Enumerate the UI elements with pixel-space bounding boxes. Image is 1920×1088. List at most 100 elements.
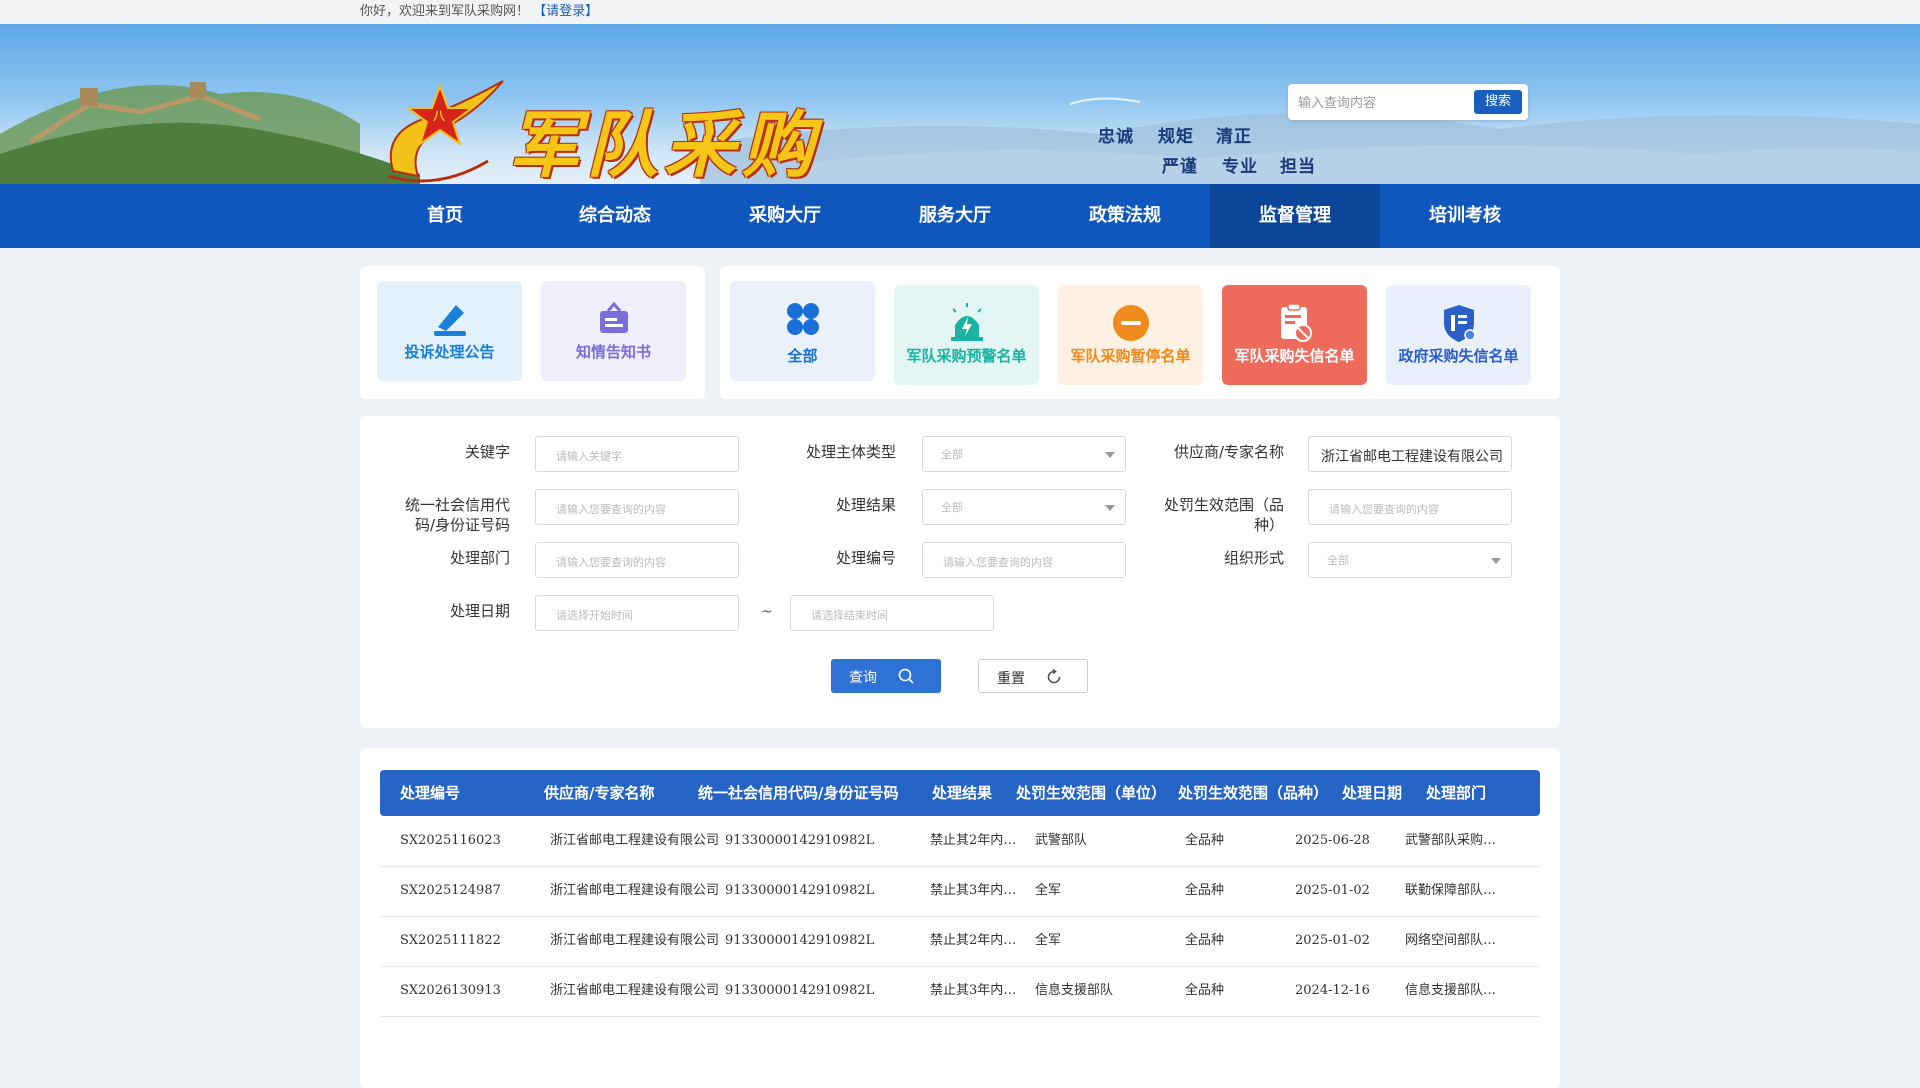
chevron-down-icon <box>1491 558 1501 564</box>
search-input[interactable] <box>1296 90 1470 116</box>
nav-item-service-hall[interactable]: 服务大厅 <box>870 184 1040 248</box>
site-search: 搜索 <box>1288 84 1528 120</box>
column-header: 处理结果 <box>932 784 993 802</box>
dishonest-clipboard-icon <box>1280 303 1312 342</box>
alarm-light-icon <box>950 303 983 341</box>
credit-code-label-line2: 码/身份证号码 <box>414 516 510 534</box>
keyword-field <box>535 436 739 472</box>
nav-item-home[interactable]: 首页 <box>360 184 530 248</box>
card-warning-list[interactable]: 军队采购预警名单 <box>894 285 1039 385</box>
column-header: 处理日期 <box>1342 784 1403 802</box>
subject-type-select[interactable]: 全部 <box>922 436 1126 472</box>
card-label: 投诉处理公告 <box>404 343 495 361</box>
cell-result: 禁止其2年内参加军队采购活动 <box>930 933 1022 948</box>
card-dishonest-list[interactable]: 军队采购失信名单 <box>1222 285 1367 385</box>
login-link[interactable]: 【请登录】 <box>533 4 598 19</box>
org-form-select[interactable]: 全部 <box>1308 542 1512 578</box>
search-icon <box>898 668 914 684</box>
cell-handle-no: SX2025116023 <box>400 833 501 848</box>
nav-item-procurement-hall[interactable]: 采购大厅 <box>700 184 870 248</box>
welcome-text: 你好，欢迎来到军队采购网！ <box>360 4 530 19</box>
scope-variety-label-line1: 处罚生效范围（品 <box>1163 496 1284 514</box>
handle-no-label: 处理编号 <box>835 549 896 567</box>
cell-scope-variety: 全品种 <box>1185 983 1225 998</box>
department-input[interactable] <box>554 551 733 573</box>
cell-scope-unit: 全军 <box>1035 933 1062 948</box>
cell-date: 2025-06-28 <box>1295 833 1370 848</box>
cell-credit-code: 91330000142910982L <box>725 933 875 948</box>
nav-item-training[interactable]: 培训考核 <box>1380 184 1550 248</box>
result-label: 处理结果 <box>835 496 896 514</box>
cell-result: 禁止其3年内参加军队采购活动 <box>930 883 1022 898</box>
cell-scope-unit: 全军 <box>1035 883 1062 898</box>
column-header: 统一社会信用代码/身份证号码 <box>698 784 899 802</box>
keyword-label: 关键字 <box>464 443 510 461</box>
date-label: 处理日期 <box>449 602 510 620</box>
slogans: 忠诚 规矩 清正 严谨 专业 担当 <box>1070 96 1320 184</box>
cell-supplier: 浙江省邮电工程建设有限公司 <box>550 833 720 848</box>
slogan-item: 专业 <box>1222 157 1258 177</box>
handle-no-field <box>922 542 1126 578</box>
card-gov-dishonest-list[interactable]: 政府采购失信名单 <box>1386 285 1531 385</box>
result-value: 全部 <box>941 501 963 514</box>
cell-date: 2025-01-02 <box>1295 933 1370 948</box>
credit-code-label: 统一社会信用代 码/身份证号码 <box>380 495 510 535</box>
nav-item-policy[interactable]: 政策法规 <box>1040 184 1210 248</box>
card-all[interactable]: 全部 <box>730 281 875 381</box>
nav-item-news[interactable]: 综合动态 <box>530 184 700 248</box>
card-label: 军队采购失信名单 <box>1234 347 1355 365</box>
card-label: 政府采购失信名单 <box>1398 347 1519 365</box>
department-field <box>535 542 739 578</box>
nav-item-supervision[interactable]: 监督管理 <box>1210 184 1380 248</box>
subject-type-value: 全部 <box>941 448 963 461</box>
cell-handle-no: SX2025111822 <box>400 933 501 948</box>
reset-button-label: 重置 <box>997 671 1025 687</box>
site-logo[interactable]: 八 军队采购网 <box>378 76 838 184</box>
notice-category-panel: 投诉处理公告 知情告知书 <box>360 266 705 399</box>
cell-supplier: 浙江省邮电工程建设有限公司 <box>550 933 720 948</box>
search-button[interactable]: 搜索 <box>1474 90 1522 114</box>
cell-scope-variety: 全品种 <box>1185 883 1225 898</box>
query-button-label: 查询 <box>849 670 877 686</box>
cell-handle-no: SX2026130913 <box>400 983 501 998</box>
card-suspension-list[interactable]: 军队采购暂停名单 <box>1058 285 1203 385</box>
credit-code-input[interactable] <box>554 498 733 520</box>
result-select[interactable]: 全部 <box>922 489 1126 525</box>
keyword-input[interactable] <box>554 445 733 467</box>
table-row[interactable]: SX2025116023 浙江省邮电工程建设有限公司 9133000014291… <box>380 816 1540 867</box>
end-date-input[interactable] <box>809 604 988 626</box>
scope-variety-input[interactable] <box>1327 498 1506 520</box>
cell-scope-unit: 信息支援部队 <box>1035 983 1114 998</box>
supplier-name-label: 供应商/专家名称 <box>1173 443 1284 461</box>
card-label: 全部 <box>787 347 818 365</box>
cell-credit-code: 91330000142910982L <box>725 833 875 848</box>
query-button[interactable]: 查询 <box>831 659 941 693</box>
column-header: 处罚生效范围（品种） <box>1178 784 1329 802</box>
table-row[interactable]: SX2025111822 浙江省邮电工程建设有限公司 9133000014291… <box>380 916 1540 967</box>
end-date-field <box>790 595 994 631</box>
supplier-name-input[interactable] <box>1319 445 1513 467</box>
cell-department: 信息支援部队采购中心 <box>1405 983 1505 998</box>
slogan-item: 担当 <box>1280 157 1316 177</box>
card-label: 军队采购暂停名单 <box>1070 347 1191 365</box>
supplier-name-field <box>1308 436 1513 472</box>
card-complaint-notice[interactable]: 投诉处理公告 <box>377 281 522 381</box>
cell-date: 2024-12-16 <box>1295 983 1370 998</box>
list-category-panel: 全部 军队采购预警名单 军队采购暂停名单 军队采购失信名单 政府采购失信名单 <box>720 266 1560 399</box>
grid-all-icon <box>786 303 819 335</box>
start-date-field <box>535 595 739 631</box>
cell-credit-code: 91330000142910982L <box>725 983 875 998</box>
card-notice-letter[interactable]: 知情告知书 <box>541 281 686 381</box>
logo-text: 军队采购网 <box>508 102 821 184</box>
table-row[interactable]: SX2026130913 浙江省邮电工程建设有限公司 9133000014291… <box>380 966 1540 1017</box>
cell-date: 2025-01-02 <box>1295 883 1370 898</box>
cell-credit-code: 91330000142910982L <box>725 883 875 898</box>
start-date-input[interactable] <box>554 604 733 626</box>
handle-no-input[interactable] <box>941 551 1120 573</box>
credit-shield-icon <box>1443 305 1476 342</box>
table-row[interactable]: SX2025124987 浙江省邮电工程建设有限公司 9133000014291… <box>380 866 1540 917</box>
reset-button[interactable]: 重置 <box>978 659 1088 693</box>
table-header: 处理编号 供应商/专家名称 统一社会信用代码/身份证号码 处理结果 处罚生效范围… <box>380 770 1540 816</box>
org-form-label: 组织形式 <box>1223 549 1284 567</box>
slogan-item: 忠诚 <box>1098 127 1134 147</box>
